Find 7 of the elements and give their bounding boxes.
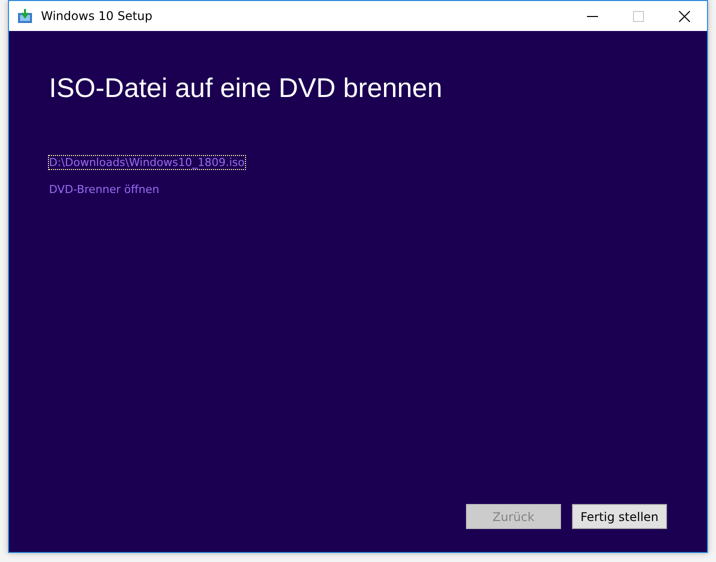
finish-button[interactable]: Fertig stellen: [572, 504, 667, 529]
page-heading: ISO-Datei auf eine DVD brennen: [49, 73, 444, 104]
link[interactable]: D:\Downloads\Windows10_1809.iso: [49, 156, 245, 169]
app-icon: [18, 9, 32, 23]
close-icon[interactable]: [678, 10, 690, 22]
window-title: Windows 10 Setup: [41, 9, 154, 23]
link[interactable]: DVD-Brenner öffnen: [49, 183, 160, 196]
